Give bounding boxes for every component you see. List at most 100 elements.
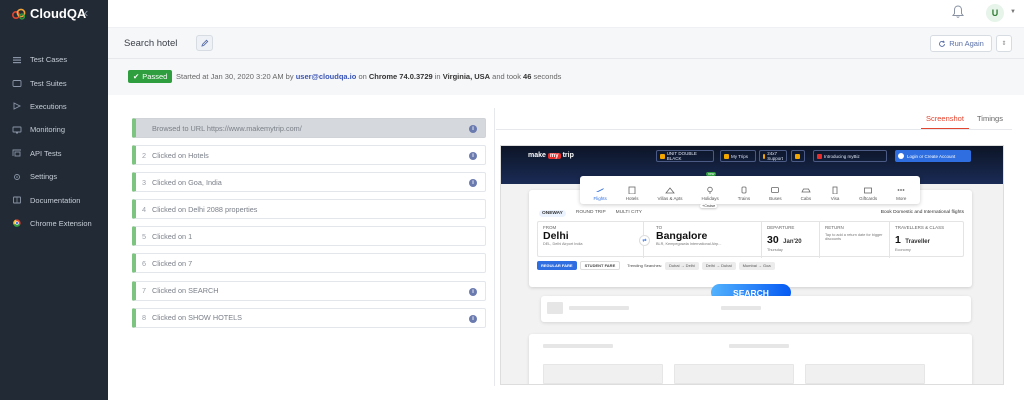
mmt-promo: Introducing myBiz bbox=[813, 150, 887, 162]
trending-chip: Mumbai → Goa bbox=[738, 261, 775, 270]
step-text: Clicked on Hotels bbox=[152, 150, 209, 160]
step-row[interactable]: 4 Clicked on Delhi 2088 properties bbox=[132, 199, 486, 220]
trip-type-multi: MULTI CITY bbox=[615, 210, 642, 215]
summary-seconds: 46 bbox=[523, 72, 532, 81]
category-icon bbox=[832, 186, 838, 194]
placeholder-bar bbox=[674, 364, 794, 384]
step-text: Clicked on SHOW HOTELS bbox=[152, 313, 243, 323]
step-row[interactable]: 7 Clicked on SEARCH i bbox=[132, 280, 486, 301]
step-text: Browsed to URL https://www.makemytrip.co… bbox=[152, 123, 302, 133]
sidebar-item-executions[interactable]: Executions bbox=[0, 95, 108, 118]
sidebar-item-label: Chrome Extension bbox=[30, 218, 92, 228]
placeholder-bar bbox=[543, 364, 663, 384]
tab-timings[interactable]: Timings bbox=[977, 114, 1003, 123]
promo-icon bbox=[660, 153, 665, 159]
collapse-sidebar-icon[interactable]: ‹ bbox=[84, 5, 88, 20]
from-sub: DEL, Delhi Airport India bbox=[543, 242, 583, 246]
step-text: Clicked on Delhi 2088 properties bbox=[152, 204, 258, 214]
step-row[interactable]: 6 Clicked on 7 bbox=[132, 253, 486, 274]
sidebar-item-label: Test Cases bbox=[30, 55, 68, 65]
info-icon[interactable]: i bbox=[469, 314, 477, 323]
trip-type-round: ROUND TRIP bbox=[575, 210, 606, 215]
promo-text: 24x7 Support bbox=[767, 151, 783, 161]
category-icon bbox=[801, 188, 811, 193]
sidebar-item-test-suites[interactable]: Test Suites bbox=[0, 71, 108, 94]
category-icon bbox=[897, 189, 905, 191]
flight-fields: FROM Delhi DEL, Delhi Airport India ⇄ TO… bbox=[537, 221, 965, 258]
run-again-button[interactable]: Run Again bbox=[930, 35, 992, 52]
step-row[interactable]: 3 Clicked on Goa, India i bbox=[132, 172, 486, 193]
summary-user: user@cloudqa.io bbox=[295, 72, 357, 81]
chevron-updown-icon: ⇕ bbox=[1001, 41, 1007, 47]
departure-day: 30 bbox=[767, 234, 779, 246]
sidebar-item-api-tests[interactable]: API Tests bbox=[0, 142, 108, 165]
chevron-down-icon[interactable]: ▼ bbox=[1010, 9, 1016, 15]
mmt-logo-post: trip bbox=[562, 152, 574, 159]
mmt-category-holidays: Holidays bbox=[701, 186, 719, 201]
avatar[interactable]: U bbox=[986, 4, 1004, 22]
category-icon bbox=[665, 187, 675, 194]
test-header: Search hotel Run Again ⇕ bbox=[108, 28, 1024, 59]
step-text: Clicked on 1 bbox=[152, 231, 193, 241]
mmt-promo: UNIT DOUBLE BLACK bbox=[656, 150, 714, 162]
return-text: Tap to add a return date for bigger disc… bbox=[825, 233, 883, 241]
tabs-divider bbox=[496, 129, 1012, 130]
status-badge: ✔ Passed bbox=[128, 70, 173, 83]
sidebar-item-documentation[interactable]: Documentation bbox=[0, 188, 108, 211]
info-icon[interactable]: i bbox=[469, 125, 477, 133]
step-list: Browsed to URL https://www.makemytrip.co… bbox=[132, 118, 486, 335]
step-row[interactable]: 8 Clicked on SHOW HOTELS i bbox=[132, 307, 486, 328]
promo-text: My Trips bbox=[731, 153, 749, 159]
return-field: RETURN Tap to add a return date for bigg… bbox=[820, 222, 890, 258]
step-row[interactable]: Browsed to URL https://www.makemytrip.co… bbox=[132, 118, 486, 138]
travellers-field: TRAVELLERS & CLASS 1 Traveller Economy bbox=[890, 222, 965, 258]
sidebar-item-label: Monitoring bbox=[30, 125, 66, 135]
placeholder-bar bbox=[805, 364, 925, 384]
mmt-logo-pre: make bbox=[528, 152, 546, 159]
trending-label: Trending Searches: bbox=[627, 263, 662, 268]
step-text: Clicked on Goa, India bbox=[152, 177, 222, 187]
placeholder-bar bbox=[569, 306, 629, 310]
to-city: Bangalore bbox=[656, 230, 708, 242]
mmt-login-label: Login or Create Account bbox=[907, 153, 956, 159]
mmt-category-buses: Buses bbox=[769, 186, 782, 201]
sidebar-item-test-cases[interactable]: Test Cases bbox=[0, 48, 108, 71]
step-number: 7 bbox=[142, 286, 147, 296]
step-row[interactable]: 2 Clicked on Hotels i bbox=[132, 145, 486, 166]
mmt-category-giftcards: Giftcards bbox=[859, 186, 877, 201]
from-city: Delhi bbox=[543, 230, 569, 242]
info-icon[interactable]: i bbox=[469, 179, 477, 188]
category-label: Cabs bbox=[800, 196, 812, 201]
category-icon bbox=[864, 187, 873, 194]
run-options-dropdown[interactable]: ⇕ bbox=[996, 35, 1012, 52]
info-icon[interactable]: i bbox=[469, 287, 477, 296]
category-label: Visa bbox=[830, 196, 840, 201]
play-icon bbox=[13, 102, 22, 111]
bell-icon[interactable] bbox=[952, 5, 964, 24]
folder-icon bbox=[12, 80, 22, 88]
list-icon bbox=[13, 56, 21, 63]
loading-card bbox=[529, 334, 972, 384]
mmt-category-bar: new +Cruise Flights Hotels Villas & Apts Ho… bbox=[580, 172, 920, 208]
mmt-category-more: More bbox=[896, 186, 906, 201]
sidebar-item-settings[interactable]: Settings bbox=[0, 165, 108, 188]
brand-logo[interactable]: CloudQA bbox=[12, 6, 86, 21]
cruise-tag: +Cruise bbox=[700, 204, 718, 208]
sidebar-item-label: Executions bbox=[30, 101, 67, 111]
sidebar-item-label: API Tests bbox=[30, 148, 62, 158]
mmt-promo bbox=[791, 150, 805, 162]
edit-button[interactable] bbox=[196, 35, 213, 51]
tab-screenshot[interactable]: Screenshot bbox=[926, 114, 964, 123]
gear-icon bbox=[14, 173, 20, 180]
info-icon[interactable]: i bbox=[469, 152, 477, 161]
loading-card bbox=[541, 296, 971, 322]
sidebar-item-monitoring[interactable]: Monitoring bbox=[0, 118, 108, 141]
step-number: 2 bbox=[142, 150, 147, 160]
category-label: Flights bbox=[593, 196, 607, 201]
check-icon: ✔ bbox=[133, 72, 140, 81]
sidebar-item-chrome-extension[interactable]: Chrome Extension bbox=[0, 212, 108, 235]
to-field: TO Bangalore BLR, Kempegowda Internation… bbox=[644, 222, 762, 258]
promo-icon bbox=[724, 153, 729, 159]
step-number: 3 bbox=[142, 177, 147, 187]
step-row[interactable]: 5 Clicked on 1 bbox=[132, 226, 486, 247]
